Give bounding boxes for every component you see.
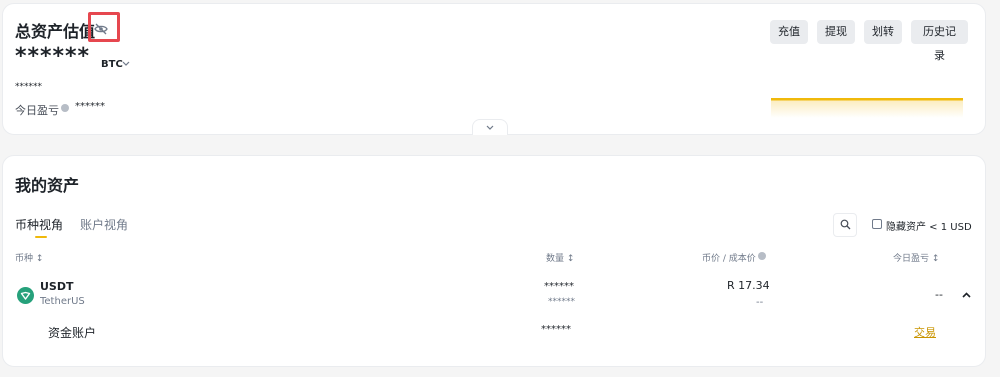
coin-symbol: USDT <box>40 280 74 293</box>
funding-account-amount: ****** <box>541 324 571 335</box>
coin-name: TetherUS <box>40 296 85 307</box>
balance-sparkline <box>771 98 963 118</box>
column-header-label: 数量 <box>546 254 565 264</box>
chevron-down-icon[interactable] <box>122 61 130 67</box>
coin-price: R 17.34 <box>727 279 770 292</box>
info-icon[interactable] <box>758 252 766 260</box>
column-header-label: 币种 <box>15 254 34 264</box>
coin-today-pnl: -- <box>935 288 943 301</box>
fiat-value: ****** <box>15 82 42 92</box>
active-tab-indicator <box>35 236 47 238</box>
search-icon[interactable] <box>840 219 851 230</box>
coin-amount-fiat: ****** <box>548 297 575 307</box>
today-pnl-label: 今日盈亏 <box>15 104 59 117</box>
tab-account-view[interactable]: 账户视角 <box>80 216 128 233</box>
tab-coin-view[interactable]: 币种视角 <box>15 216 63 233</box>
chevron-down-icon[interactable] <box>486 125 494 131</box>
currency-unit-select[interactable]: BTC <box>101 59 123 70</box>
history-button[interactable]: 历史记录 <box>911 20 968 62</box>
trade-link[interactable]: 交易 <box>914 324 936 340</box>
column-header-amount[interactable]: 数量 ↕ <box>546 251 574 264</box>
column-header-pnl[interactable]: 今日盈亏 ↕ <box>893 251 939 264</box>
hide-small-assets-checkbox[interactable] <box>872 219 882 229</box>
today-pnl-value: ****** <box>75 101 105 112</box>
usdt-icon <box>17 287 34 304</box>
total-balance-value: ****** <box>15 44 91 69</box>
coin-amount: ****** <box>544 281 574 292</box>
info-icon[interactable] <box>61 104 69 112</box>
column-header-coin[interactable]: 币种 ↕ <box>15 251 43 264</box>
funding-account-label: 资金账户 <box>48 326 97 340</box>
coin-cost-price: -- <box>756 297 764 308</box>
withdraw-button[interactable]: 提现 <box>817 20 855 44</box>
column-header-label: 今日盈亏 <box>893 254 930 264</box>
total-assets-title: 总资产估值 <box>15 22 96 41</box>
my-assets-title: 我的资产 <box>15 176 80 195</box>
transfer-button[interactable]: 划转 <box>864 20 902 44</box>
deposit-button[interactable]: 充值 <box>770 20 808 44</box>
eye-slash-icon[interactable] <box>94 23 108 35</box>
my-assets-card <box>2 155 986 367</box>
column-header-price[interactable]: 币价 / 成本价 <box>702 251 756 264</box>
chevron-up-icon[interactable] <box>962 292 971 298</box>
hide-small-assets-label[interactable]: 隐藏资产 < 1 USD <box>886 218 972 233</box>
